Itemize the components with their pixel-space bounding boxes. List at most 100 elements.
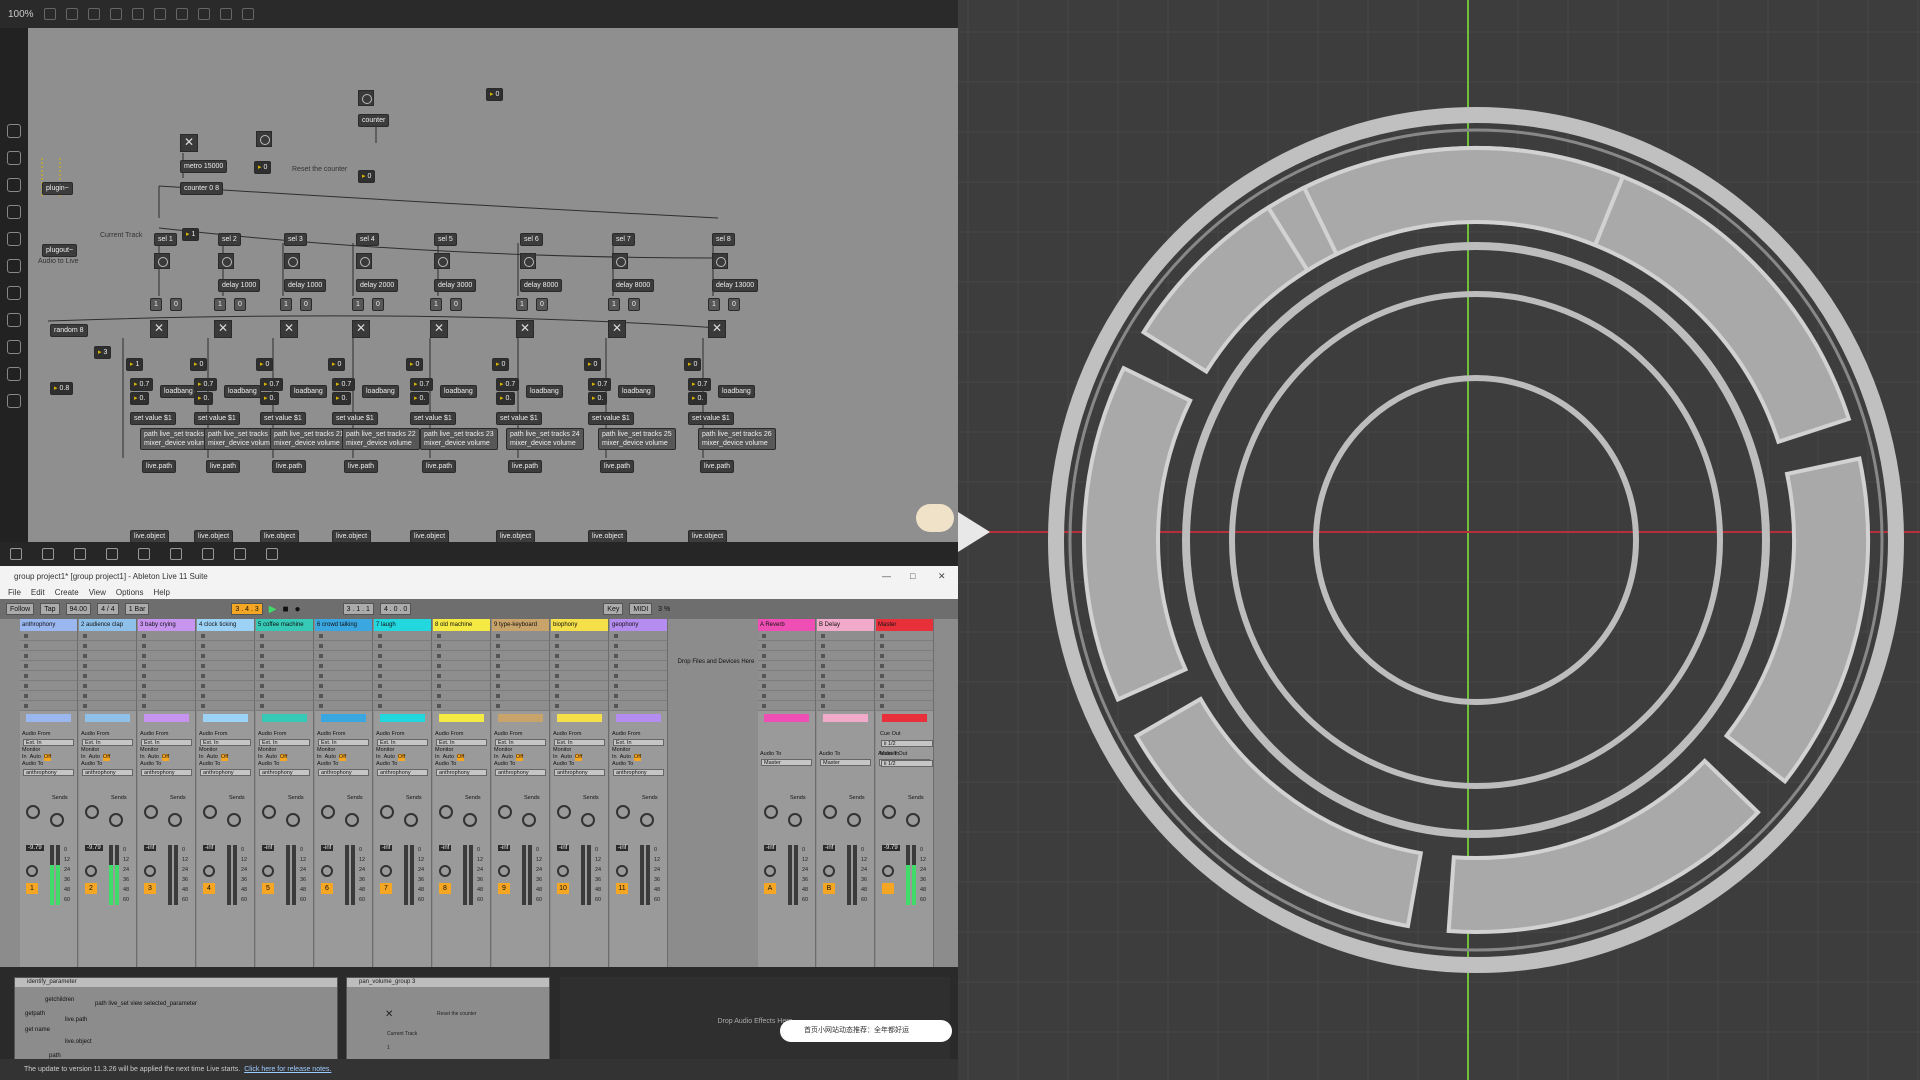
monitor-in[interactable]: In xyxy=(553,754,558,761)
clip-slot[interactable] xyxy=(492,661,549,671)
clip-slot[interactable] xyxy=(256,681,313,691)
send-b-knob[interactable] xyxy=(168,813,182,827)
menu-create[interactable]: Create xyxy=(55,588,79,597)
clip-stop-bar[interactable] xyxy=(380,714,425,722)
column-number[interactable]: 0 xyxy=(328,358,346,371)
monitor-auto[interactable]: Auto xyxy=(207,754,218,761)
track-header[interactable]: 8 old machine xyxy=(433,619,490,631)
set-value-message[interactable]: set value $1 xyxy=(588,412,634,425)
live-object[interactable]: live.object xyxy=(260,530,300,542)
track-header[interactable]: anthrophony xyxy=(20,619,77,631)
clip-slot[interactable] xyxy=(817,681,874,691)
notification-popup[interactable]: 首页小网站动态推荐：全年都好运 xyxy=(780,1020,952,1042)
clip-slot[interactable] xyxy=(374,701,431,711)
message-1[interactable]: 1 xyxy=(708,298,720,311)
send-b-knob[interactable] xyxy=(788,813,802,827)
audio-from-select[interactable]: Ext. In xyxy=(554,739,605,746)
pan-knob[interactable] xyxy=(203,865,215,877)
volume-value[interactable]: -inf xyxy=(764,845,777,851)
track-header[interactable]: 9 type-keyboard xyxy=(492,619,549,631)
clip-slot[interactable] xyxy=(374,691,431,701)
send-a-knob[interactable] xyxy=(439,805,453,819)
audio-from-select[interactable]: Ext. In xyxy=(377,739,428,746)
menu-edit[interactable]: Edit xyxy=(31,588,45,597)
audio-from-select[interactable]: Ext. In xyxy=(259,739,310,746)
button-icon[interactable] xyxy=(109,8,122,20)
number-icon[interactable] xyxy=(153,8,166,20)
send-a-knob[interactable] xyxy=(85,805,99,819)
loadbang-object[interactable]: loadbang xyxy=(618,385,655,398)
clip-slot[interactable] xyxy=(315,671,372,681)
clip-slot[interactable] xyxy=(876,631,933,641)
message-1[interactable]: 1 xyxy=(430,298,442,311)
send-a-knob[interactable] xyxy=(823,805,837,819)
live-object[interactable]: live.object xyxy=(588,530,628,542)
clip-slot[interactable] xyxy=(20,701,77,711)
clip-slot[interactable] xyxy=(551,661,608,671)
monitor-in[interactable]: In xyxy=(612,754,617,761)
send-b-knob[interactable] xyxy=(640,813,654,827)
audio-to-select[interactable]: anthrophony xyxy=(23,769,74,776)
sel-bang[interactable] xyxy=(434,253,450,269)
column-toggle[interactable] xyxy=(608,320,626,338)
sel-object[interactable]: sel 5 xyxy=(434,233,457,246)
pan-knob[interactable] xyxy=(321,865,333,877)
clip-slot[interactable] xyxy=(433,661,490,671)
track-header[interactable]: B Delay xyxy=(817,619,874,631)
pan-knob[interactable] xyxy=(823,865,835,877)
sel-object[interactable]: sel 7 xyxy=(612,233,635,246)
follow-button[interactable]: Follow xyxy=(6,603,35,615)
clip-slot[interactable] xyxy=(20,651,77,661)
copy-icon[interactable] xyxy=(106,548,118,560)
stop-icon[interactable]: ■ xyxy=(282,604,288,615)
track-activator[interactable]: 7 xyxy=(380,883,392,894)
send-a-knob[interactable] xyxy=(764,805,778,819)
gain-number[interactable]: 0. xyxy=(332,392,352,405)
column-toggle[interactable] xyxy=(280,320,298,338)
lock-icon[interactable] xyxy=(10,548,22,560)
track-activator[interactable]: 2 xyxy=(85,883,97,894)
puzzle-icon[interactable] xyxy=(7,313,21,327)
clip-stop-bar[interactable] xyxy=(203,714,248,722)
message-0[interactable]: 0 xyxy=(170,298,182,311)
monitor-in[interactable]: In xyxy=(199,754,204,761)
clip-stop-bar[interactable] xyxy=(439,714,484,722)
cue-out-select[interactable]: ii 1/2 xyxy=(881,740,933,747)
menu-view[interactable]: View xyxy=(89,588,106,597)
sel-object[interactable]: sel 2 xyxy=(218,233,241,246)
key-map-button[interactable]: Key xyxy=(603,603,624,615)
dial-icon[interactable] xyxy=(197,8,210,20)
clip-slot[interactable] xyxy=(610,691,667,701)
quantization-select[interactable]: 1 Bar xyxy=(124,603,150,615)
column-number[interactable]: 0 xyxy=(256,358,274,371)
audio-from-select[interactable]: Ext. In xyxy=(82,739,133,746)
pan-knob[interactable] xyxy=(557,865,569,877)
gain-number[interactable]: 0.7 xyxy=(260,378,284,391)
loadbang-object[interactable]: loadbang xyxy=(224,385,261,398)
audio-from-select[interactable]: Ext. In xyxy=(436,739,487,746)
clip-slot[interactable] xyxy=(492,681,549,691)
clip-slot[interactable] xyxy=(758,671,815,681)
columns-icon[interactable] xyxy=(234,548,246,560)
random-number[interactable]: 3 xyxy=(94,346,112,359)
clip-slot[interactable] xyxy=(876,651,933,661)
maximize-icon[interactable]: □ xyxy=(910,571,915,581)
message-1[interactable]: 1 xyxy=(150,298,162,311)
clip-slot[interactable] xyxy=(433,681,490,691)
message-1[interactable]: 1 xyxy=(608,298,620,311)
clip-slot[interactable] xyxy=(551,641,608,651)
volume-value[interactable]: -9.79 xyxy=(85,845,103,851)
random-object[interactable]: random 8 xyxy=(50,324,88,337)
number-counter-out[interactable]: 0 xyxy=(358,170,376,183)
track-header[interactable]: 4 clock ticking xyxy=(197,619,254,631)
gain-number[interactable]: 0. xyxy=(688,392,708,405)
gain-number[interactable]: 0.7 xyxy=(130,378,154,391)
monitor-off[interactable]: Off xyxy=(102,754,111,761)
volume-value[interactable]: -inf xyxy=(557,845,570,851)
clip-slot[interactable] xyxy=(315,691,372,701)
sel-bang[interactable] xyxy=(520,253,536,269)
pan-knob[interactable] xyxy=(380,865,392,877)
send-b-knob[interactable] xyxy=(50,813,64,827)
send-a-knob[interactable] xyxy=(380,805,394,819)
clip-slot[interactable] xyxy=(374,651,431,661)
